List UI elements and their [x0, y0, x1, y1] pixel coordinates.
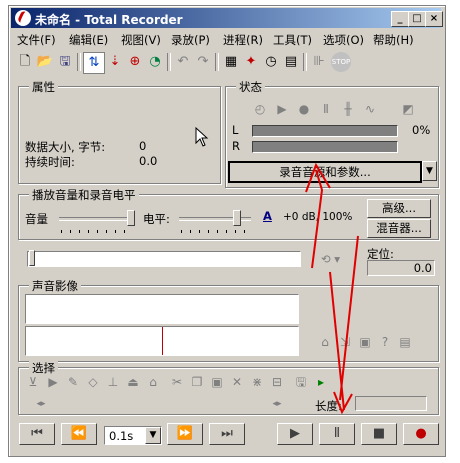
annotation-arrows: [305, 162, 359, 415]
